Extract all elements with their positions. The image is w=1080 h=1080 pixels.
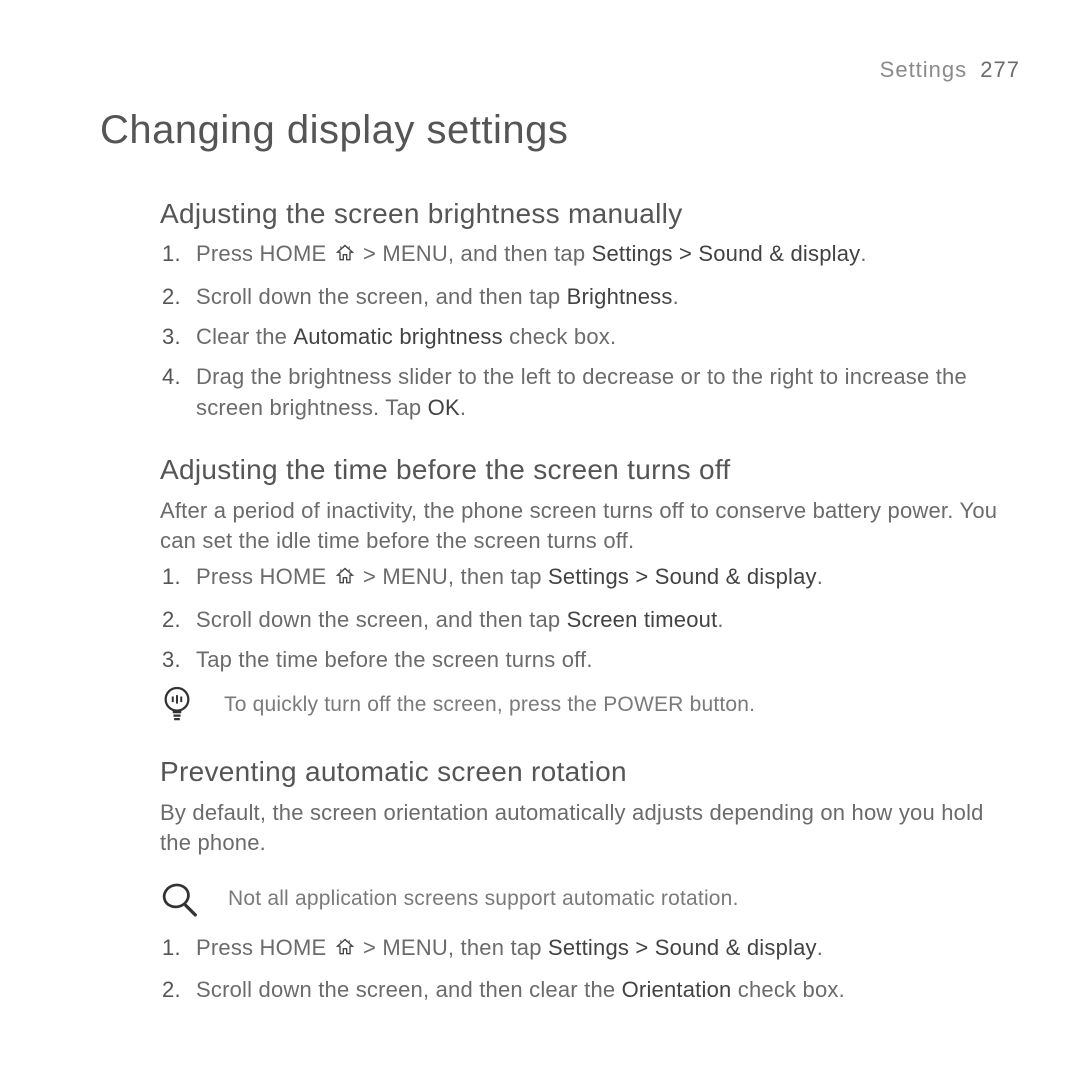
header-section: Settings (880, 57, 968, 82)
text: . (673, 284, 679, 309)
text-bold: Brightness (567, 284, 673, 309)
page-header: Settings 277 (100, 55, 1020, 85)
home-icon (335, 935, 355, 965)
heading-timeout: Adjusting the time before the screen tur… (160, 451, 1020, 490)
magnifier-icon (160, 881, 198, 919)
step: Tap the time before the screen turns off… (188, 645, 1020, 675)
text: > MENU, then tap (357, 935, 548, 960)
text-bold: Settings > Sound & display (592, 241, 861, 266)
page-title: Changing display settings (100, 103, 1020, 158)
section-timeout: Adjusting the time before the screen tur… (160, 451, 1020, 725)
steps-timeout: Press HOME > MENU, then tap Settings > S… (160, 562, 1020, 675)
steps-brightness: Press HOME > MENU, and then tap Settings… (160, 239, 1020, 423)
text: Scroll down the screen, and then clear t… (196, 977, 622, 1002)
text: . (460, 395, 466, 420)
text-bold: Orientation (622, 977, 732, 1002)
page-number: 277 (980, 57, 1020, 82)
section-brightness: Adjusting the screen brightness manually… (160, 195, 1020, 423)
text: > MENU, then tap (357, 564, 548, 589)
step: Clear the Automatic brightness check box… (188, 322, 1020, 352)
tip-row: To quickly turn off the screen, press th… (160, 685, 1020, 725)
heading-brightness: Adjusting the screen brightness manually (160, 195, 1020, 234)
step: Scroll down the screen, and then tap Bri… (188, 282, 1020, 312)
text: Scroll down the screen, and then tap (196, 284, 567, 309)
text: Press HOME (196, 935, 333, 960)
section-rotation: Preventing automatic screen rotation By … (160, 753, 1020, 1005)
note-text: Not all application screens support auto… (228, 885, 739, 914)
text-bold: Screen timeout (567, 607, 718, 632)
step: Drag the brightness slider to the left t… (188, 362, 1020, 423)
step: Press HOME > MENU, and then tap Settings… (188, 239, 1020, 271)
text: check box. (503, 324, 616, 349)
step: Scroll down the screen, and then clear t… (188, 975, 1020, 1005)
step: Press HOME > MENU, then tap Settings > S… (188, 562, 1020, 594)
text: > MENU, and then tap (357, 241, 592, 266)
intro-timeout: After a period of inactivity, the phone … (160, 496, 1020, 557)
text: Drag the brightness slider to the left t… (196, 364, 967, 419)
note-row: Not all application screens support auto… (160, 881, 1020, 919)
text: Clear the (196, 324, 293, 349)
heading-rotation: Preventing automatic screen rotation (160, 753, 1020, 792)
text-bold: Settings > Sound & display (548, 564, 817, 589)
tip-text: To quickly turn off the screen, press th… (224, 691, 755, 720)
text-bold: OK (428, 395, 460, 420)
home-icon (335, 564, 355, 594)
text: . (817, 935, 823, 960)
text: . (860, 241, 866, 266)
home-icon (335, 241, 355, 271)
step: Press HOME > MENU, then tap Settings > S… (188, 933, 1020, 965)
text-bold: Automatic brightness (293, 324, 502, 349)
lightbulb-icon (160, 685, 194, 725)
intro-rotation: By default, the screen orientation autom… (160, 798, 1020, 859)
step: Scroll down the screen, and then tap Scr… (188, 605, 1020, 635)
text: Press HOME (196, 564, 333, 589)
text: Tap the time before the screen turns off… (196, 647, 593, 672)
text: Press HOME (196, 241, 333, 266)
text: . (817, 564, 823, 589)
steps-rotation: Press HOME > MENU, then tap Settings > S… (160, 933, 1020, 1006)
text: Scroll down the screen, and then tap (196, 607, 567, 632)
text: . (717, 607, 723, 632)
text: check box. (731, 977, 844, 1002)
text-bold: Settings > Sound & display (548, 935, 817, 960)
